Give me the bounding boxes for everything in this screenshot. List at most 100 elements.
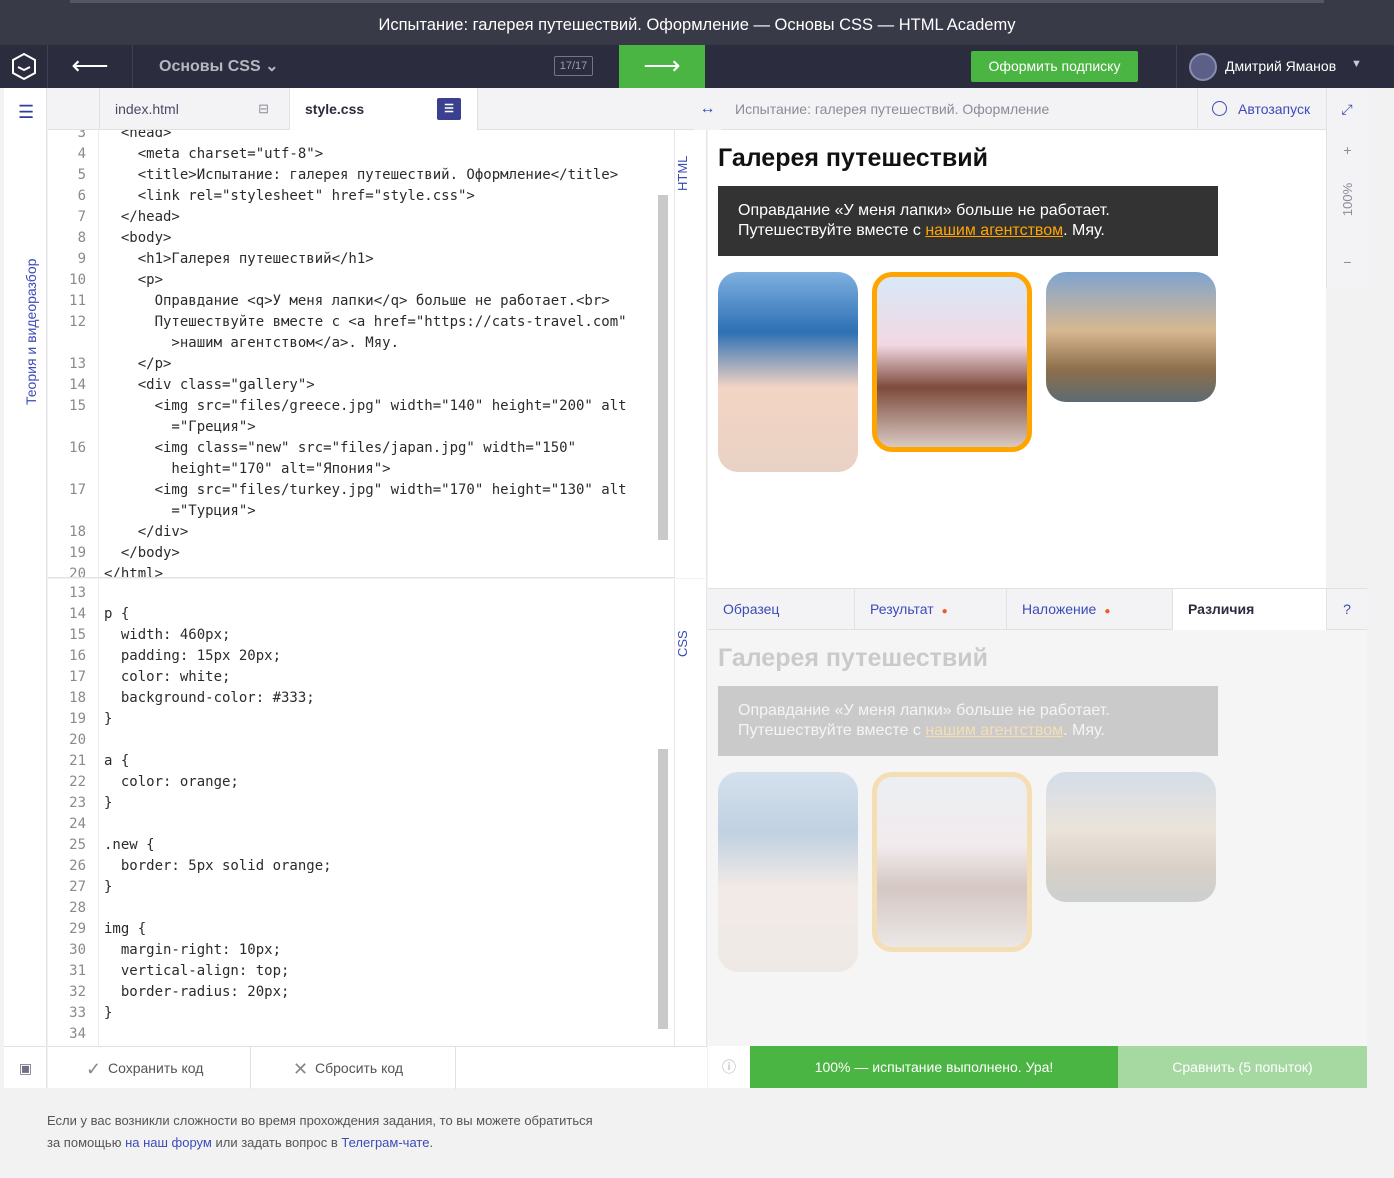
code-text: width: 460px; bbox=[104, 627, 231, 643]
html-label: HTML bbox=[675, 155, 690, 191]
tab-overlay[interactable]: Наложение ● bbox=[1007, 589, 1173, 630]
tab-result[interactable]: Результат ● bbox=[855, 589, 1007, 630]
user-menu[interactable]: Дмитрий Яманов ▼ bbox=[1176, 45, 1394, 88]
css-label-rail: CSS bbox=[674, 579, 707, 1046]
footer-text: или задать вопрос в bbox=[211, 1135, 342, 1150]
code-text: } bbox=[104, 1005, 113, 1021]
code-text: <img src="files/greece.jpg" width="140" … bbox=[104, 398, 627, 414]
user-name: Дмитрий Яманов bbox=[1225, 58, 1337, 74]
code-text: a { bbox=[104, 753, 130, 769]
code-text: </head> bbox=[104, 209, 180, 225]
agency-link[interactable]: нашим агентством bbox=[925, 222, 1063, 239]
line-number: 17 bbox=[69, 669, 86, 685]
code-text: } bbox=[104, 879, 113, 895]
back-arrow-button[interactable]: ⟵ bbox=[48, 45, 133, 88]
line-number: 31 bbox=[69, 963, 86, 979]
tab-label: Результат bbox=[870, 601, 934, 617]
status-dot: ● bbox=[1104, 606, 1111, 617]
line-number: 26 bbox=[69, 858, 86, 874]
editor-tabs: index.html ⊟ style.css ☰ bbox=[48, 88, 694, 130]
html-editor[interactable]: 3 <head> 4 <meta charset="utf-8"> 5 <title… bbox=[48, 130, 674, 578]
line-number: 28 bbox=[69, 900, 86, 916]
japan-photo bbox=[872, 272, 1032, 452]
save-label: Сохранить код bbox=[108, 1060, 204, 1076]
line-number: 15 bbox=[69, 627, 86, 643]
expand-icon[interactable]: ⤢ bbox=[1326, 88, 1367, 130]
code-text: <link rel="stylesheet" href="style.css"> bbox=[104, 188, 475, 204]
editor-actions: ✓ Сохранить код ✕ Сбросить код bbox=[48, 1046, 707, 1089]
line-number: 8 bbox=[77, 230, 86, 246]
line-number: 16 bbox=[69, 440, 86, 456]
line-number: 18 bbox=[69, 524, 86, 540]
paragraph-end: . Мяу. bbox=[1063, 722, 1105, 739]
next-arrow-button[interactable]: ⟶ bbox=[619, 45, 705, 88]
tab-index-html[interactable]: index.html ⊟ bbox=[99, 88, 289, 130]
preview-heading: Галерея путешествий bbox=[718, 144, 989, 172]
code-text: } bbox=[104, 711, 113, 727]
tab-style-css[interactable]: style.css ☰ bbox=[289, 88, 478, 130]
window-title: Испытание: галерея путешествий. Оформлен… bbox=[0, 0, 1394, 45]
compare-button[interactable]: Сравнить (5 попыток) bbox=[1118, 1046, 1367, 1088]
code-text: <img src="files/turkey.jpg" width="170" … bbox=[104, 482, 627, 498]
tab-sample[interactable]: Образец bbox=[708, 589, 855, 630]
help-button[interactable]: ? bbox=[1327, 589, 1367, 630]
tab-differences[interactable]: Различия bbox=[1173, 589, 1327, 630]
forum-link[interactable]: на наш форум bbox=[125, 1135, 212, 1150]
line-number: 34 bbox=[69, 1026, 86, 1042]
telegram-link[interactable]: Телеграм-чате bbox=[341, 1135, 429, 1150]
diff-heading: Галерея путешествий bbox=[718, 644, 989, 672]
turkey-photo bbox=[1046, 272, 1216, 402]
code-text: </html> bbox=[104, 566, 164, 578]
line-number: 13 bbox=[69, 585, 86, 601]
code-text: } bbox=[104, 795, 113, 811]
code-text: color: white; bbox=[104, 669, 231, 685]
line-number: 14 bbox=[69, 606, 86, 622]
line-number: 32 bbox=[69, 984, 86, 1000]
preview-title: Испытание: галерея путешествий. Оформлен… bbox=[735, 101, 1050, 117]
code-text: height="170" alt="Япония"> bbox=[104, 461, 391, 477]
css-editor[interactable]: 13 14 p {15 width: 460px; 16 padding: 15px … bbox=[48, 579, 674, 1046]
paragraph-end: . Мяу. bbox=[1063, 222, 1105, 239]
avatar bbox=[1189, 53, 1217, 81]
line-number: 20 bbox=[69, 732, 86, 748]
info-icon[interactable]: ⓘ bbox=[708, 1046, 750, 1088]
line-number: 19 bbox=[69, 711, 86, 727]
footer-text: за помощью bbox=[47, 1135, 126, 1150]
code-text: <div class="gallery"> bbox=[104, 377, 315, 393]
line-number: 22 bbox=[69, 774, 86, 790]
code-text: <body> bbox=[104, 230, 172, 246]
course-menu[interactable]: Основы CSS ⌄ bbox=[134, 45, 304, 88]
line-number: 6 bbox=[77, 188, 86, 204]
code-text: <p> bbox=[104, 272, 164, 288]
code-text: Оправдание <q>У меня лапки</q> больше не… bbox=[104, 293, 610, 309]
css-scrollbar[interactable] bbox=[658, 749, 668, 1029]
reset-code-button[interactable]: ✕ Сбросить код bbox=[251, 1047, 456, 1089]
code-text: <head> bbox=[104, 130, 172, 141]
minus-icon[interactable]: − bbox=[1327, 254, 1368, 270]
code-text: <h1>Галерея путешествий</h1> bbox=[104, 251, 374, 267]
task-counter: 17/17 bbox=[554, 56, 593, 76]
code-text: background-color: #333; bbox=[104, 690, 315, 706]
diff-japan-photo bbox=[872, 772, 1032, 952]
line-number: 27 bbox=[69, 879, 86, 895]
theory-video-link[interactable]: Теория и видеоразбор bbox=[23, 235, 39, 405]
code-text: </div> bbox=[104, 524, 189, 540]
code-text: img { bbox=[104, 921, 147, 937]
html-scrollbar[interactable] bbox=[658, 195, 668, 540]
subscribe-button[interactable]: Оформить подписку bbox=[971, 51, 1138, 82]
menu-icon[interactable]: ☰ bbox=[18, 102, 34, 123]
check-icon: ✓ bbox=[86, 1059, 102, 1080]
chat-icon[interactable]: ▣ bbox=[4, 1046, 47, 1088]
paragraph-line: Оправдание «У меня лапки» больше не рабо… bbox=[738, 702, 1110, 719]
save-code-button[interactable]: ✓ Сохранить код bbox=[48, 1047, 251, 1089]
css-label: CSS bbox=[675, 630, 690, 658]
footer-text: . bbox=[429, 1135, 434, 1150]
diff-paragraph: Оправдание «У меня лапки» больше не рабо… bbox=[718, 686, 1218, 756]
preview-toolbar: Испытание: галерея путешествий. Оформлен… bbox=[721, 88, 1326, 130]
swap-icon[interactable]: ↔ bbox=[694, 88, 721, 130]
plus-icon[interactable]: + bbox=[1327, 142, 1368, 158]
code-text: </body> bbox=[104, 545, 180, 561]
autorun-button[interactable]: Автозапуск bbox=[1197, 88, 1326, 130]
logo-icon[interactable] bbox=[0, 45, 48, 88]
left-sidebar: ☰ Теория и видеоразбор ▣ bbox=[4, 88, 47, 1088]
